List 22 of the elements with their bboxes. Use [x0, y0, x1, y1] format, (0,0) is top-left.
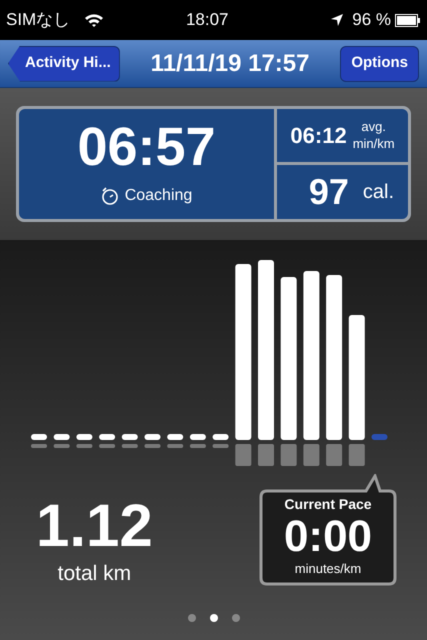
avg-label: avg.: [361, 119, 386, 136]
clock: 18:07: [184, 9, 230, 32]
current-pace-value: 0:00: [284, 514, 372, 558]
avg-unit: min/km: [352, 136, 395, 152]
coaching-label: Coaching: [124, 186, 192, 206]
current-pace-unit: minutes/km: [294, 560, 362, 578]
location-arrow-icon: [330, 13, 344, 27]
distance-value: 1.12: [36, 496, 153, 556]
carrier-label: SIMなし: [6, 9, 70, 32]
calories-value: 97: [308, 170, 349, 214]
back-button[interactable]: Activity Hi...: [8, 46, 120, 82]
distance-unit: total km: [58, 561, 132, 587]
wifi-icon: [84, 12, 104, 28]
options-button[interactable]: Options: [340, 46, 419, 82]
battery-icon: [395, 14, 421, 26]
stopwatch-icon: [100, 187, 119, 205]
battery-percent: 96 %: [352, 9, 391, 32]
calories-unit: cal.: [362, 180, 394, 205]
nav-title: 11/11/19 17:57: [150, 48, 310, 78]
avg-pace-value: 06:12: [290, 122, 347, 150]
duration-value: 06:57: [77, 120, 216, 174]
current-pace-title: Current Pace: [284, 494, 372, 514]
